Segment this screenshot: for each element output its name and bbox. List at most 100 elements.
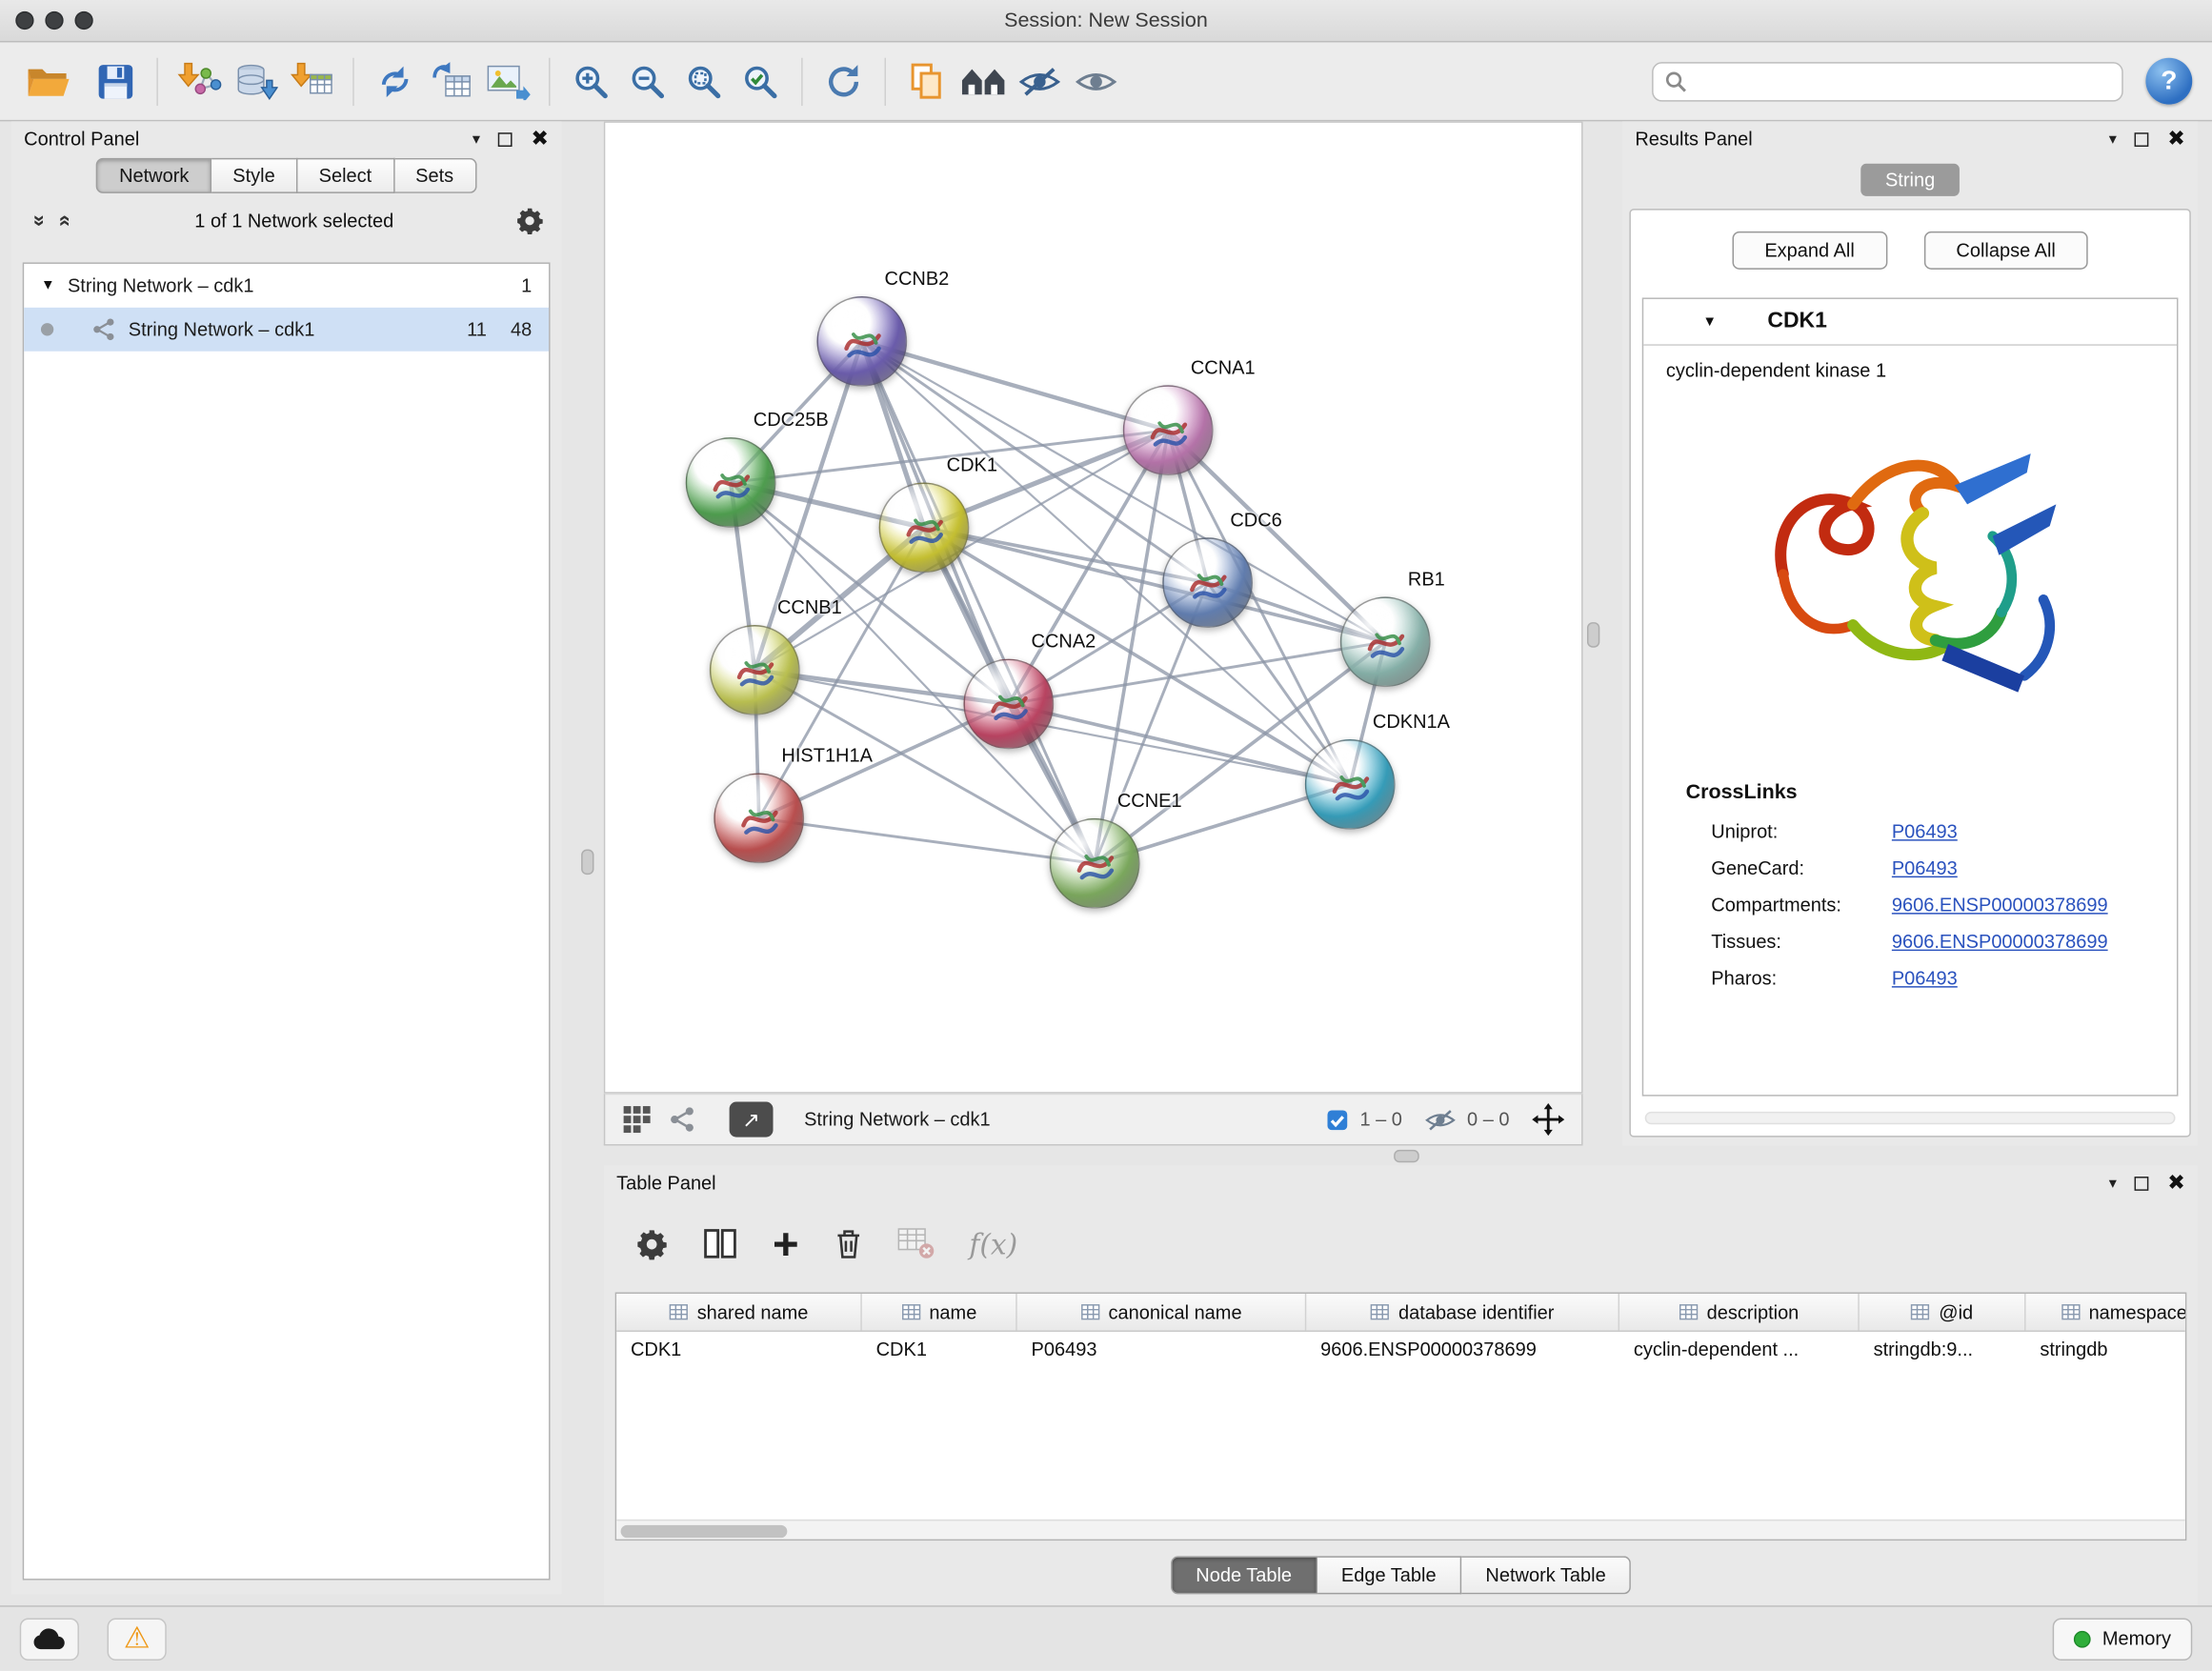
pan-move-icon[interactable] <box>1532 1103 1564 1136</box>
results-scrollbar[interactable] <box>1645 1112 2176 1124</box>
column-header-name[interactable]: name <box>862 1294 1017 1331</box>
network-node-CDKN1A[interactable] <box>1305 739 1396 830</box>
table-settings-gear-icon[interactable] <box>634 1227 669 1261</box>
column-sort-icon[interactable] <box>1370 1302 1390 1322</box>
zoom-out-button[interactable] <box>619 53 675 110</box>
crosslink-link[interactable]: P06493 <box>1892 857 1958 878</box>
network-node-CCNB1[interactable] <box>710 625 800 715</box>
import-network-file-button[interactable] <box>171 53 227 110</box>
column-sort-icon[interactable] <box>1679 1302 1699 1322</box>
column-sort-icon[interactable] <box>1911 1302 1931 1322</box>
tab-network-table[interactable]: Network Table <box>1461 1556 1631 1594</box>
save-session-button[interactable] <box>88 53 144 110</box>
right-splitter-handle[interactable] <box>1587 622 1599 648</box>
collapse-collection-icon[interactable]: ▼ <box>41 278 55 293</box>
network-share-icon[interactable] <box>669 1106 695 1133</box>
close-window-button[interactable] <box>15 11 33 30</box>
column-header-shared-name[interactable]: shared name <box>616 1294 862 1331</box>
birds-eye-view-icon[interactable] <box>622 1105 652 1135</box>
network-node-CDC6[interactable] <box>1162 537 1253 628</box>
table-cell[interactable]: 9606.ENSP00000378699 <box>1306 1332 1619 1370</box>
hide-selected-button[interactable] <box>1012 53 1068 110</box>
network-node-CCNE1[interactable] <box>1050 818 1140 909</box>
left-splitter-handle[interactable] <box>581 849 593 875</box>
float-panel-icon[interactable] <box>498 131 513 146</box>
collapse-gene-icon[interactable]: ▼ <box>1702 313 1717 329</box>
network-node-CDC25B[interactable] <box>686 437 776 528</box>
annotations-button[interactable] <box>898 53 955 110</box>
column-sort-icon[interactable] <box>2061 1302 2081 1322</box>
panel-menu-icon[interactable]: ▾ <box>2109 1174 2117 1192</box>
crosslink-link[interactable]: P06493 <box>1892 820 1958 841</box>
crosslink-link[interactable]: P06493 <box>1892 967 1958 988</box>
column-header-description[interactable]: description <box>1619 1294 1860 1331</box>
network-node-CCNB2[interactable] <box>816 296 907 387</box>
import-network-database-button[interactable] <box>227 53 283 110</box>
gene-card-header[interactable]: ▼ CDK1 <box>1643 299 2177 346</box>
table-cell[interactable]: stringdb:9... <box>1860 1332 2026 1370</box>
tab-node-table[interactable]: Node Table <box>1171 1556 1317 1594</box>
import-table-file-button[interactable] <box>284 53 340 110</box>
help-button[interactable]: ? <box>2145 58 2192 105</box>
crosslink-link[interactable]: 9606.ENSP00000378699 <box>1892 931 2108 952</box>
network-canvas[interactable]: CCNB2CCNA1CDC25BCDK1CDC6RB1CCNB1CCNA2CDK… <box>604 121 1583 1093</box>
tab-string[interactable]: String <box>1861 164 1960 196</box>
new-network-from-table-button[interactable] <box>423 53 479 110</box>
open-in-window-button[interactable]: ↗ <box>730 1102 774 1137</box>
panel-menu-icon[interactable]: ▾ <box>473 130 480 148</box>
tab-style[interactable]: Style <box>211 158 297 193</box>
network-node-CCNA1[interactable] <box>1123 385 1214 475</box>
collapse-all-button[interactable]: Collapse All <box>1923 232 2088 270</box>
cloud-status-button[interactable] <box>20 1618 79 1660</box>
float-panel-icon[interactable] <box>2135 1176 2149 1190</box>
export-image-button[interactable] <box>479 53 535 110</box>
apply-layout-button[interactable] <box>815 53 872 110</box>
warnings-button[interactable]: ⚠ <box>108 1618 167 1660</box>
column-sort-icon[interactable] <box>1080 1302 1100 1322</box>
network-node-CDK1[interactable] <box>879 482 970 573</box>
panel-menu-icon[interactable]: ▾ <box>2109 130 2117 148</box>
collapse-all-networks-icon[interactable]: » <box>51 211 75 231</box>
crosslink-link[interactable]: 9606.ENSP00000378699 <box>1892 894 2108 915</box>
close-panel-icon[interactable]: ✖ <box>2167 129 2185 150</box>
network-node-CCNA2[interactable] <box>963 659 1054 750</box>
selected-checkbox-icon[interactable] <box>1326 1108 1349 1131</box>
minimize-window-button[interactable] <box>45 11 63 30</box>
open-session-button[interactable] <box>20 53 76 110</box>
table-cell[interactable]: CDK1 <box>616 1332 862 1370</box>
close-panel-icon[interactable]: ✖ <box>2167 1173 2185 1194</box>
tab-network[interactable]: Network <box>96 158 211 193</box>
column-header-@id[interactable]: @id <box>1860 1294 2026 1331</box>
column-sort-icon[interactable] <box>901 1302 921 1322</box>
column-sort-icon[interactable] <box>669 1302 689 1322</box>
delete-column-trash-icon[interactable] <box>834 1227 863 1259</box>
zoom-window-button[interactable] <box>74 11 92 30</box>
table-cell[interactable]: CDK1 <box>862 1332 1017 1370</box>
show-columns-icon[interactable] <box>702 1227 737 1259</box>
column-header-namespace[interactable]: namespace <box>2026 1294 2187 1331</box>
expand-all-button[interactable]: Expand All <box>1732 232 1887 270</box>
table-row[interactable]: CDK1CDK1P064939606.ENSP00000378699cyclin… <box>616 1332 2185 1370</box>
network-node-HIST1H1A[interactable] <box>714 774 804 864</box>
tab-sets[interactable]: Sets <box>394 158 476 193</box>
table-horizontal-scrollbar[interactable] <box>616 1520 2185 1540</box>
bottom-splitter-handle[interactable] <box>1394 1150 1419 1162</box>
network-node-RB1[interactable] <box>1340 596 1431 687</box>
hidden-eye-slash-icon[interactable] <box>1425 1107 1457 1133</box>
memory-button[interactable]: Memory <box>2053 1618 2192 1660</box>
expand-all-networks-icon[interactable]: « <box>26 211 50 231</box>
zoom-selected-button[interactable] <box>733 53 789 110</box>
table-cell[interactable]: P06493 <box>1017 1332 1307 1370</box>
tab-edge-table[interactable]: Edge Table <box>1317 1556 1462 1594</box>
search-input[interactable] <box>1696 70 2110 91</box>
first-neighbors-button[interactable] <box>955 53 1012 110</box>
column-header-database-identifier[interactable]: database identifier <box>1306 1294 1619 1331</box>
float-panel-icon[interactable] <box>2135 131 2149 146</box>
zoom-in-button[interactable] <box>563 53 619 110</box>
new-network-button[interactable] <box>367 53 423 110</box>
column-header-canonical-name[interactable]: canonical name <box>1017 1294 1307 1331</box>
table-cell[interactable]: stringdb <box>2026 1332 2187 1370</box>
create-column-plus-icon[interactable] <box>772 1230 800 1258</box>
table-cell[interactable]: cyclin-dependent ... <box>1619 1332 1860 1370</box>
close-panel-icon[interactable]: ✖ <box>531 129 549 150</box>
